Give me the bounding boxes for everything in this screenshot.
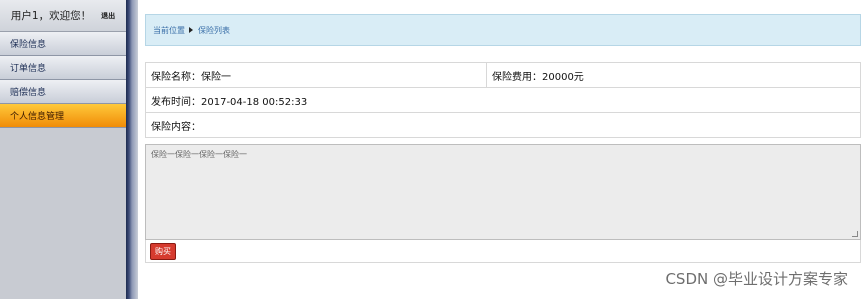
table-row: 发布时间：2017-04-18 00:52:33 bbox=[145, 87, 861, 113]
main-content: 当前位置 保险列表 保险名称：保险一 保险费用：20000元 发布时间：2017… bbox=[138, 0, 864, 299]
watermark: CSDN @毕业设计方案专家 bbox=[665, 270, 848, 288]
breadcrumb-arrow-icon bbox=[189, 27, 193, 33]
breadcrumb-current-location: 当前位置 bbox=[153, 25, 185, 35]
sidebar: 用户1，欢迎您！ 退出 保险信息 订单信息 赔偿信息 个人信息管理 bbox=[0, 0, 126, 299]
buy-button[interactable]: 购买 bbox=[150, 242, 176, 260]
insurance-detail-table: 保险名称：保险一 保险费用：20000元 发布时间：2017-04-18 00:… bbox=[145, 62, 861, 138]
insurance-content-text: 保险一保险一保险一保险一 bbox=[151, 150, 247, 159]
table-row: 保险内容： bbox=[145, 112, 861, 138]
publish-time: 发布时间：2017-04-18 00:52:33 bbox=[145, 87, 861, 113]
insurance-content-textarea[interactable]: 保险一保险一保险一保险一 bbox=[145, 144, 861, 240]
content-label: 保险内容： bbox=[145, 112, 861, 138]
user-greeting: 用户1，欢迎您！ bbox=[10, 10, 92, 22]
sidebar-item-order-info[interactable]: 订单信息 bbox=[0, 56, 126, 80]
resize-grip-icon[interactable] bbox=[852, 231, 858, 237]
breadcrumb-page[interactable]: 保险列表 bbox=[198, 25, 230, 36]
insurance-fee: 保险费用：20000元 bbox=[486, 62, 861, 88]
sidebar-header: 用户1，欢迎您！ 退出 bbox=[0, 0, 126, 32]
sidebar-item-insurance-info[interactable]: 保险信息 bbox=[0, 32, 126, 56]
frame-divider bbox=[126, 0, 138, 299]
sidebar-item-personal-info[interactable]: 个人信息管理 bbox=[0, 104, 126, 128]
insurance-name: 保险名称：保险一 bbox=[145, 62, 487, 88]
table-row: 保险名称：保险一 保险费用：20000元 bbox=[145, 62, 861, 88]
sidebar-item-compensation-info[interactable]: 赔偿信息 bbox=[0, 80, 126, 104]
logout-link[interactable]: 退出 bbox=[101, 11, 115, 21]
breadcrumb: 当前位置 保险列表 bbox=[145, 14, 861, 46]
action-row: 购买 bbox=[145, 240, 861, 263]
